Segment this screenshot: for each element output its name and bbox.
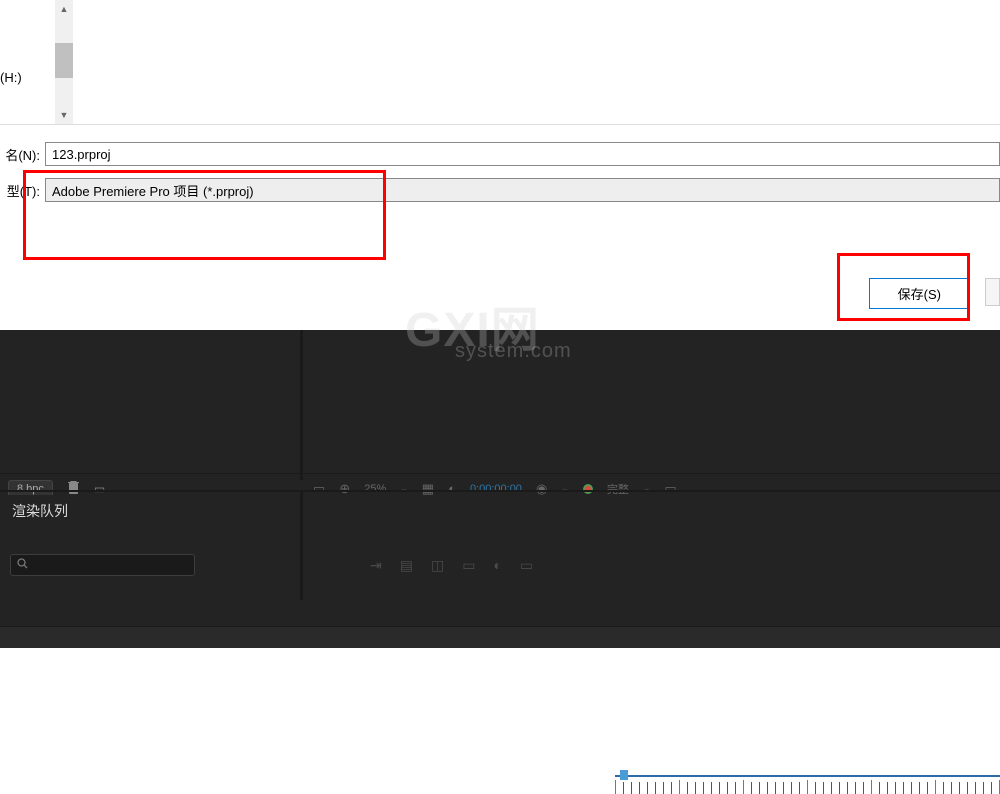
color-management-icon[interactable] bbox=[583, 484, 593, 494]
magnification-icon[interactable]: ⊕ bbox=[339, 481, 350, 497]
save-button[interactable]: 保存(S) bbox=[869, 278, 970, 309]
timecode-value[interactable]: 0:00:00:00 bbox=[470, 483, 522, 495]
filetype-label: 型(T): bbox=[0, 181, 40, 200]
filename-label: 名(N): bbox=[0, 145, 40, 164]
after-effects-panel-area: 8 bpc ▭ ▭ ⊕ 25% ⌄ ▦ ◐ 0:00:00:00 ◉ ⌄ 完整 … bbox=[0, 330, 1000, 648]
render-icon-2[interactable]: ▤ bbox=[400, 557, 413, 574]
mask-icon[interactable]: ◐ bbox=[448, 481, 456, 496]
view-options-icon[interactable]: ▭ bbox=[664, 481, 676, 497]
search-input[interactable] bbox=[10, 554, 195, 576]
panel-divider bbox=[0, 490, 1000, 492]
vertical-divider bbox=[300, 490, 303, 600]
ruler-line bbox=[615, 775, 1000, 777]
render-icon-3[interactable]: ◫ bbox=[431, 557, 444, 574]
zoom-value[interactable]: 25% bbox=[364, 483, 386, 495]
playhead-icon[interactable] bbox=[620, 770, 628, 780]
filetype-select[interactable]: Adobe Premiere Pro 项目 (*.prproj) bbox=[45, 178, 1000, 202]
time-ruler[interactable] bbox=[615, 772, 1000, 792]
search-icon bbox=[17, 558, 28, 572]
chevron-down-icon[interactable]: ⌄ bbox=[561, 483, 569, 494]
file-list-scrollbar[interactable]: ▲ ▼ bbox=[55, 0, 73, 124]
viewer-footer-toolbar: ▭ ⊕ 25% ⌄ ▦ ◐ 0:00:00:00 ◉ ⌄ 完整 ⌄ ▭ bbox=[303, 473, 1000, 503]
drive-label: (H:) bbox=[0, 70, 22, 85]
render-icon-1[interactable]: ⇥ bbox=[370, 557, 382, 574]
layout-icon[interactable]: ▭ bbox=[94, 482, 105, 496]
scrollbar-thumb[interactable] bbox=[55, 43, 73, 78]
secondary-button-partial[interactable] bbox=[985, 278, 1000, 306]
monitor-icon[interactable]: ▭ bbox=[313, 481, 325, 497]
scroll-down-icon[interactable]: ▼ bbox=[55, 106, 73, 124]
resolution-label[interactable]: 完整 bbox=[607, 481, 629, 497]
render-icon-6[interactable]: ▭ bbox=[520, 557, 533, 574]
bottom-status-bar bbox=[0, 626, 1000, 648]
filename-input[interactable] bbox=[45, 142, 1000, 166]
chevron-down-icon[interactable]: ⌄ bbox=[643, 483, 651, 494]
grid-icon[interactable]: ▦ bbox=[422, 481, 434, 497]
render-icon-4[interactable]: ▭ bbox=[462, 557, 475, 574]
chevron-down-icon[interactable]: ⌄ bbox=[400, 483, 408, 494]
tab-render-queue[interactable]: 渲染队列 bbox=[0, 495, 80, 527]
scroll-up-icon[interactable]: ▲ bbox=[55, 0, 73, 18]
render-icon-5[interactable]: ◐ bbox=[493, 557, 501, 574]
camera-icon[interactable]: ◉ bbox=[536, 481, 547, 497]
vertical-divider bbox=[300, 330, 303, 480]
ruler-ticks-major bbox=[615, 780, 1000, 794]
divider bbox=[0, 124, 1000, 125]
